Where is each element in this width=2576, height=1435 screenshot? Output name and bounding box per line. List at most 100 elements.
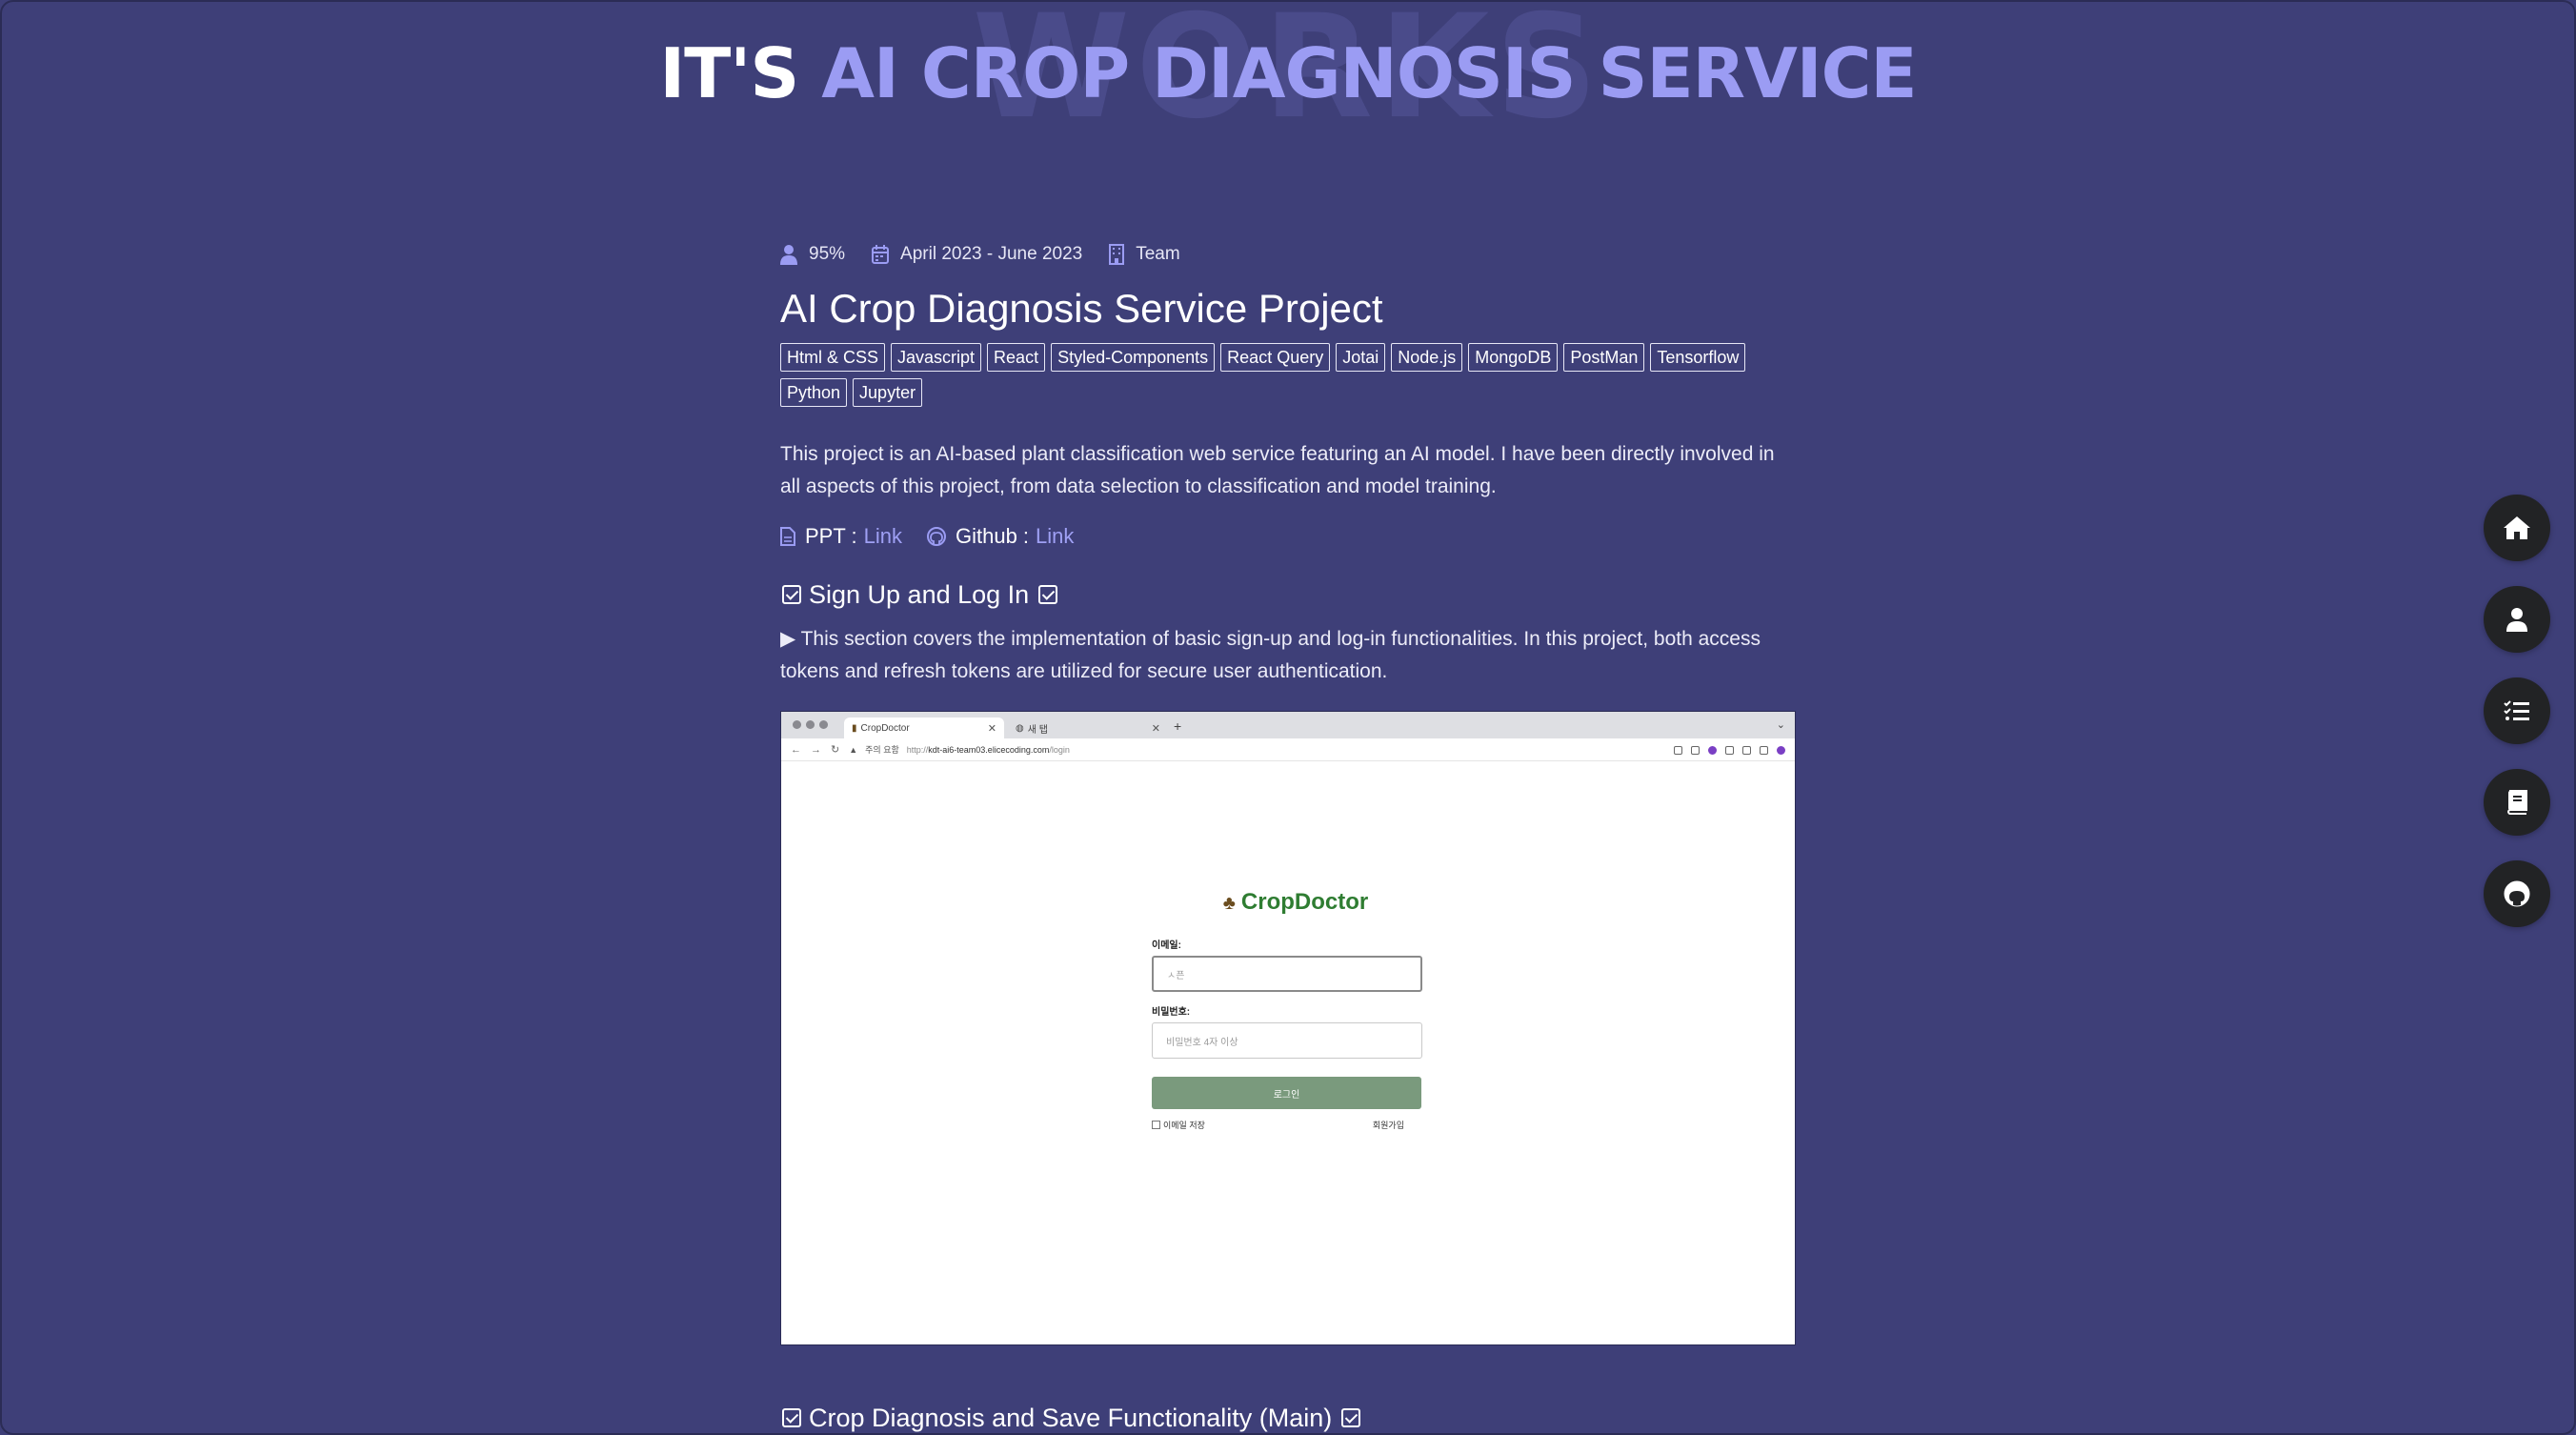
tech-tag: Jotai xyxy=(1336,343,1386,372)
team-value: Team xyxy=(1136,244,1180,264)
tech-tag: Node.js xyxy=(1391,343,1463,372)
github-link[interactable]: Link xyxy=(1036,524,1074,549)
security-warning: 주의 요함 xyxy=(865,745,899,755)
login-footer: 이메일 저장 회원가입 xyxy=(1152,1119,1421,1131)
checkbox-icon xyxy=(1038,585,1058,604)
home-button[interactable] xyxy=(2484,495,2550,561)
reload-icon: ↻ xyxy=(831,744,840,756)
project-links: PPT : Link Github : Link xyxy=(780,520,1798,553)
projects-button[interactable] xyxy=(2484,677,2550,744)
document-icon xyxy=(780,527,795,546)
tech-tag: Styled-Components xyxy=(1051,343,1216,372)
browser-tab-bar: ▮ CropDoctor ✕ ◍ 새 탭 ✕ + ⌄ xyxy=(781,712,1795,738)
tech-tag: MongoDB xyxy=(1468,343,1559,372)
checkbox-icon xyxy=(782,585,801,604)
login-screenshot: ▮ CropDoctor ✕ ◍ 새 탭 ✕ + ⌄ ← → ↻ ▲ 주의 요함… xyxy=(780,711,1796,1345)
forward-icon: → xyxy=(811,743,821,756)
section-heading-signup: Sign Up and Log In xyxy=(780,577,1798,612)
tab-title: 새 탭 xyxy=(1027,724,1048,736)
section-description: ▶ This section covers the implementation… xyxy=(780,628,1761,682)
tab-favicon: ▮ xyxy=(852,722,857,734)
url-scheme: http:// xyxy=(906,744,929,755)
password-label: 비밀번호: xyxy=(1152,1007,1191,1018)
checkbox-icon xyxy=(1152,1121,1160,1129)
project-title: AI Crop Diagnosis Service Project xyxy=(780,286,1383,331)
project-card: 95% April 2023 - June 2023 Team AI Crop … xyxy=(780,238,1798,1435)
contribution-value: 95% xyxy=(809,244,846,264)
page-title-lead: IT'S xyxy=(659,33,799,113)
section-title: Sign Up and Log In xyxy=(809,580,1030,609)
page-title-accent: AI CROP DIAGNOSIS SERVICE xyxy=(821,33,1917,113)
close-icon: ✕ xyxy=(987,722,996,735)
extension-icon xyxy=(1708,746,1717,755)
list-icon xyxy=(1742,746,1751,755)
back-icon: ← xyxy=(791,743,801,756)
tech-tag: React Query xyxy=(1220,343,1331,372)
period-value: April 2023 - June 2023 xyxy=(900,244,1083,264)
password-placeholder: 비밀번호 4자 이상 xyxy=(1166,1037,1238,1048)
github-link-group: Github : Link xyxy=(926,524,1074,549)
floating-nav xyxy=(2484,495,2550,952)
tab-title: CropDoctor xyxy=(860,722,910,734)
ppt-label: PPT : xyxy=(805,524,857,548)
tech-tag: Tensorflow xyxy=(1650,343,1746,372)
book-icon xyxy=(2506,790,2527,815)
blog-button[interactable] xyxy=(2484,769,2550,836)
meta-contribution: 95% xyxy=(780,244,845,265)
ppt-link-group: PPT : Link xyxy=(780,524,902,549)
github-label: Github : xyxy=(955,524,1030,548)
calendar-icon xyxy=(872,245,890,264)
url-host: kdt-ai6-team03.elicecoding.com xyxy=(928,744,1050,755)
password-field: 비밀번호 4자 이상 xyxy=(1152,1022,1422,1059)
email-label: 이메일: xyxy=(1152,940,1181,951)
section-title: Crop Diagnosis and Save Functionality (M… xyxy=(809,1404,1333,1432)
hero-header: WORKS IT'S AI CROP DIAGNOSIS SERVICE xyxy=(0,0,2576,143)
section-heading-diagnosis: Crop Diagnosis and Save Functionality (M… xyxy=(780,1401,1798,1435)
window-controls xyxy=(793,720,833,729)
share-icon xyxy=(1674,746,1682,755)
tech-tag: Python xyxy=(780,378,848,407)
tech-tag: PostMan xyxy=(1563,343,1645,372)
email-field: ㅅ픈 xyxy=(1152,956,1422,992)
remember-email: 이메일 저장 xyxy=(1152,1119,1205,1131)
tech-tag: Javascript xyxy=(891,343,982,372)
warning-icon: ▲ xyxy=(849,744,858,755)
url-path: /login xyxy=(1049,744,1070,755)
meta-period: April 2023 - June 2023 xyxy=(872,244,1082,265)
browser-tab-active: ▮ CropDoctor ✕ xyxy=(844,718,1004,738)
project-meta: 95% April 2023 - June 2023 Team xyxy=(780,238,1798,271)
github-icon xyxy=(926,527,946,546)
project-description: This project is an AI-based plant classi… xyxy=(780,443,1775,497)
star-icon xyxy=(1691,746,1700,755)
browser-tab: ◍ 새 탭 ✕ xyxy=(1008,718,1168,738)
about-button[interactable] xyxy=(2484,586,2550,653)
close-icon: ✕ xyxy=(1151,722,1160,735)
list-check-icon xyxy=(2504,700,2529,720)
home-icon xyxy=(2504,516,2530,539)
chevron-down-icon: ⌄ xyxy=(1776,719,1785,731)
github-button[interactable] xyxy=(2484,860,2550,927)
ppt-link[interactable]: Link xyxy=(864,524,902,549)
page-title: IT'S AI CROP DIAGNOSIS SERVICE xyxy=(0,32,2576,114)
tech-tag: React xyxy=(987,343,1046,372)
puzzle-icon xyxy=(1725,746,1734,755)
sprout-icon: ♣ xyxy=(1222,893,1236,914)
profile-icon xyxy=(1777,746,1785,755)
sidebar-icon xyxy=(1760,746,1768,755)
new-tab-icon: + xyxy=(1174,718,1182,734)
checkbox-icon xyxy=(1341,1408,1361,1427)
checkbox-icon xyxy=(782,1408,801,1427)
user-icon xyxy=(2506,608,2527,632)
login-form: ♣ CropDoctor 이메일: ㅅ픈 비밀번호: 비밀번호 4자 이상 로그인… xyxy=(1152,889,1428,1131)
tech-tag: Jupyter xyxy=(853,378,923,407)
extension-icons xyxy=(1665,746,1785,755)
brand-logo: ♣ CropDoctor xyxy=(1163,889,1428,916)
person-icon xyxy=(780,245,797,265)
signup-link: 회원가입 xyxy=(1372,1121,1404,1130)
meta-team: Team xyxy=(1109,244,1180,265)
building-icon xyxy=(1109,244,1125,265)
login-button: 로그인 xyxy=(1152,1077,1421,1109)
brand-name: CropDoctor xyxy=(1240,889,1369,915)
address-bar: ← → ↻ ▲ 주의 요함 http:// kdt-ai6-team03.eli… xyxy=(781,738,1795,761)
tab-favicon: ◍ xyxy=(1016,722,1024,734)
